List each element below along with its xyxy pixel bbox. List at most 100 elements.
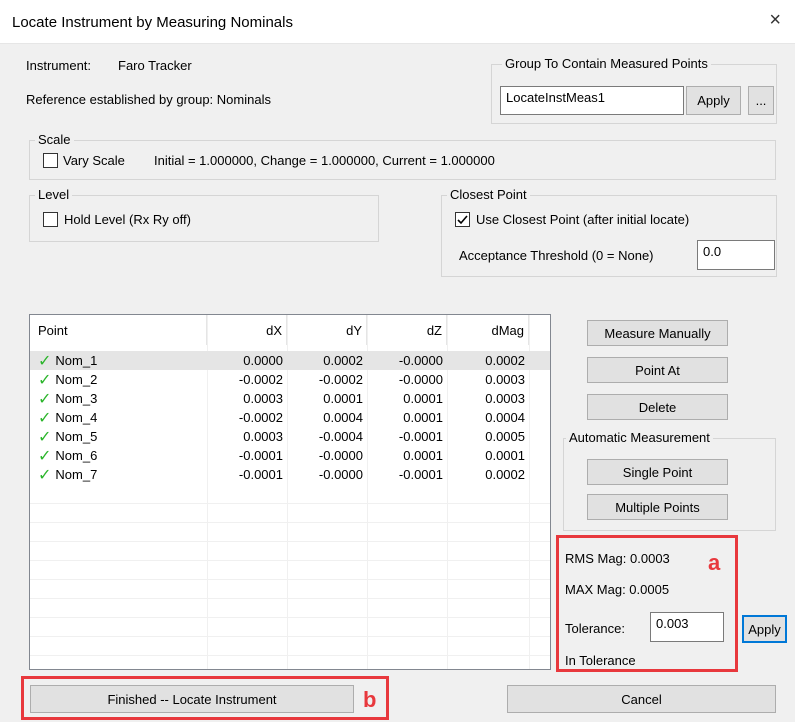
annotation-box-b — [21, 676, 389, 720]
dx-cell: -0.0001 — [238, 448, 283, 463]
dmag-cell: 0.0004 — [485, 410, 525, 425]
table-row[interactable]: ✓ Nom_2 -0.0002 -0.0002 -0.0000 0.0003 — [30, 370, 550, 389]
dy-cell: -0.0002 — [318, 372, 363, 387]
dy-cell: 0.0002 — [323, 353, 363, 368]
dx-cell: 0.0003 — [243, 429, 283, 444]
acceptance-threshold-input[interactable]: 0.0 — [697, 240, 775, 270]
dx-cell: 0.0003 — [243, 391, 283, 406]
empty-row-line — [30, 503, 550, 504]
dy-cell: 0.0001 — [323, 391, 363, 406]
dmag-cell: 0.0005 — [485, 429, 525, 444]
acceptance-threshold-label: Acceptance Threshold (0 = None) — [459, 248, 654, 263]
hold-level-checkbox[interactable] — [43, 212, 58, 227]
dy-cell: 0.0004 — [323, 410, 363, 425]
dz-cell: -0.0001 — [398, 467, 443, 482]
use-closest-point-checkbox[interactable] — [455, 212, 470, 227]
dz-cell: -0.0001 — [398, 429, 443, 444]
dmag-cell: 0.0003 — [485, 391, 525, 406]
points-table[interactable]: Point dX dY dZ dMag ✓ Nom_1 0.0000 0.0002… — [29, 314, 551, 670]
measured-check-icon: ✓ — [38, 352, 52, 370]
table-row[interactable]: ✓ Nom_7 -0.0001 -0.0000 -0.0001 0.0002 — [30, 465, 550, 484]
empty-row-line — [30, 598, 550, 599]
dmag-cell: 0.0003 — [485, 372, 525, 387]
column-header-filler — [529, 315, 550, 345]
point-name-cell: ✓ Nom_1 — [38, 352, 98, 370]
checkmark-icon — [457, 215, 468, 225]
tolerance-apply-button[interactable]: Apply — [742, 615, 787, 643]
table-header: Point dX dY dZ dMag — [30, 315, 550, 345]
point-name-cell: ✓ Nom_2 — [38, 371, 98, 389]
point-name-cell: ✓ Nom_5 — [38, 428, 98, 446]
single-point-button[interactable]: Single Point — [587, 459, 728, 485]
title-bar: Locate Instrument by Measuring Nominals … — [0, 0, 795, 44]
column-header-point[interactable]: Point — [30, 315, 207, 345]
dy-cell: -0.0000 — [318, 448, 363, 463]
annotation-label-b: b — [363, 687, 377, 712]
vary-scale-label: Vary Scale — [63, 153, 125, 168]
empty-row-line — [30, 541, 550, 542]
group-box-title: Group To Contain Measured Points — [502, 56, 711, 71]
dx-cell: 0.0000 — [243, 353, 283, 368]
hold-level-label: Hold Level (Rx Ry off) — [64, 212, 191, 227]
measured-check-icon: ✓ — [38, 428, 52, 446]
dx-cell: -0.0002 — [238, 372, 283, 387]
dx-cell: -0.0001 — [238, 467, 283, 482]
close-icon[interactable]: × — [769, 10, 781, 30]
empty-row-line — [30, 655, 550, 656]
point-name-cell: ✓ Nom_6 — [38, 447, 98, 465]
point-at-button[interactable]: Point At — [587, 357, 728, 383]
dz-cell: -0.0000 — [398, 353, 443, 368]
dx-cell: -0.0002 — [238, 410, 283, 425]
empty-row-line — [30, 560, 550, 561]
cancel-button[interactable]: Cancel — [507, 685, 776, 713]
dz-cell: -0.0000 — [398, 372, 443, 387]
use-closest-point-label: Use Closest Point (after initial locate) — [476, 212, 690, 227]
dmag-cell: 0.0002 — [485, 353, 525, 368]
group-apply-button[interactable]: Apply — [686, 86, 741, 115]
measured-check-icon: ✓ — [38, 409, 52, 427]
dz-cell: 0.0001 — [403, 448, 443, 463]
empty-row-line — [30, 579, 550, 580]
column-header-dx[interactable]: dX — [207, 315, 287, 345]
column-header-dy[interactable]: dY — [287, 315, 367, 345]
scale-info: Initial = 1.000000, Change = 1.000000, C… — [154, 153, 495, 168]
measured-check-icon: ✓ — [38, 447, 52, 465]
dz-cell: 0.0001 — [403, 391, 443, 406]
group-browse-button[interactable]: ... — [748, 86, 774, 115]
window-title: Locate Instrument by Measuring Nominals — [12, 14, 293, 31]
reference-text: Reference established by group: Nominals — [26, 92, 271, 107]
empty-row-line — [30, 617, 550, 618]
measure-manually-button[interactable]: Measure Manually — [587, 320, 728, 346]
table-row[interactable]: ✓ Nom_4 -0.0002 0.0004 0.0001 0.0004 — [30, 408, 550, 427]
dz-cell: 0.0001 — [403, 410, 443, 425]
annotation-label-a: a — [708, 550, 721, 575]
column-header-dz[interactable]: dZ — [367, 315, 447, 345]
group-name-input[interactable]: LocateInstMeas1 — [500, 86, 684, 115]
automatic-measurement-title: Automatic Measurement — [566, 430, 713, 445]
measured-check-icon: ✓ — [38, 466, 52, 484]
closest-point-title: Closest Point — [447, 187, 530, 202]
dy-cell: -0.0000 — [318, 467, 363, 482]
instrument-value: Faro Tracker — [118, 58, 192, 73]
empty-row-line — [30, 636, 550, 637]
level-title: Level — [35, 187, 73, 202]
scale-title: Scale — [35, 132, 74, 147]
table-row[interactable]: ✓ Nom_6 -0.0001 -0.0000 0.0001 0.0001 — [30, 446, 550, 465]
measured-check-icon: ✓ — [38, 371, 52, 389]
instrument-label: Instrument: — [26, 58, 92, 73]
measured-check-icon: ✓ — [38, 390, 52, 408]
point-name-cell: ✓ Nom_7 — [38, 466, 98, 484]
table-row[interactable]: ✓ Nom_5 0.0003 -0.0004 -0.0001 0.0005 — [30, 427, 550, 446]
vary-scale-checkbox[interactable] — [43, 153, 58, 168]
multiple-points-button[interactable]: Multiple Points — [587, 494, 728, 520]
empty-row-line — [30, 522, 550, 523]
point-name-cell: ✓ Nom_4 — [38, 409, 98, 427]
delete-button[interactable]: Delete — [587, 394, 728, 420]
dy-cell: -0.0004 — [318, 429, 363, 444]
table-row[interactable]: ✓ Nom_1 0.0000 0.0002 -0.0000 0.0002 — [30, 351, 550, 370]
point-name-cell: ✓ Nom_3 — [38, 390, 98, 408]
dmag-cell: 0.0002 — [485, 467, 525, 482]
table-row[interactable]: ✓ Nom_3 0.0003 0.0001 0.0001 0.0003 — [30, 389, 550, 408]
column-header-dmag[interactable]: dMag — [447, 315, 529, 345]
dmag-cell: 0.0001 — [485, 448, 525, 463]
